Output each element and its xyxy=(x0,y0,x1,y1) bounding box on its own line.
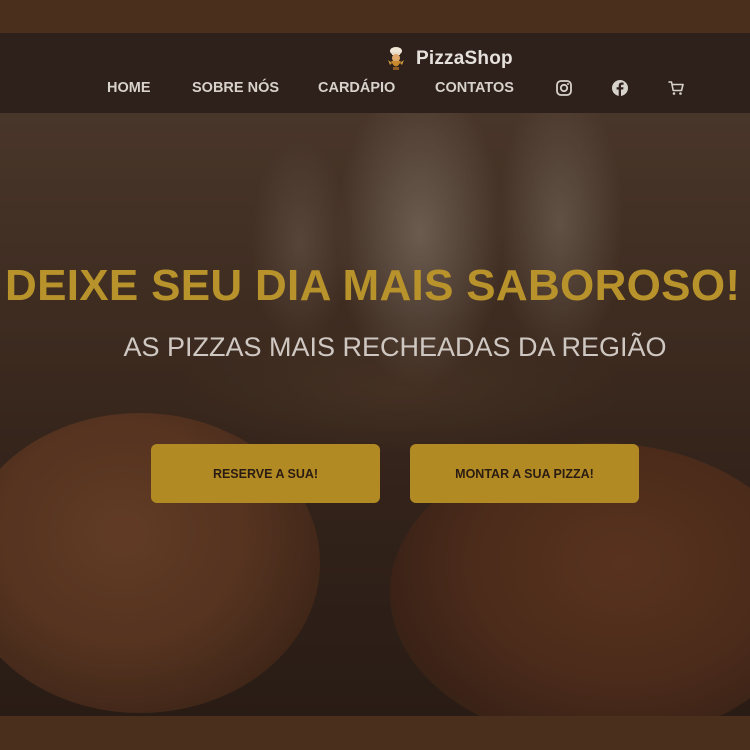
top-strip xyxy=(0,0,750,33)
chef-logo-icon xyxy=(388,47,404,70)
build-pizza-button[interactable]: MONTAR A SUA PIZZA! xyxy=(410,444,639,503)
instagram-icon[interactable] xyxy=(555,79,573,97)
hero-overlay xyxy=(0,113,750,716)
bottom-strip xyxy=(0,716,750,750)
nav-contatos[interactable]: CONTATOS xyxy=(435,80,514,96)
nav-cardapio[interactable]: CARDÁPIO xyxy=(318,80,395,96)
brand[interactable]: PizzaShop xyxy=(384,45,513,73)
hero-title: DEIXE SEU DIA MAIS SABOROSO! xyxy=(5,261,741,310)
facebook-icon[interactable] xyxy=(611,79,629,97)
cart-icon[interactable] xyxy=(667,79,685,97)
nav-sobre-nos[interactable]: SOBRE NÓS xyxy=(192,80,279,96)
page: PizzaShop HOME SOBRE NÓS CARDÁPIO CONTAT… xyxy=(0,0,750,750)
nav-home[interactable]: HOME xyxy=(107,80,151,96)
hero-subtitle: AS PIZZAS MAIS RECHEADAS DA REGIÃO xyxy=(123,332,667,362)
navbar: PizzaShop HOME SOBRE NÓS CARDÁPIO CONTAT… xyxy=(0,33,750,113)
hero-section: DEIXE SEU DIA MAIS SABOROSO! AS PIZZAS M… xyxy=(0,113,750,716)
brand-name: PizzaShop xyxy=(416,48,513,69)
reserve-button[interactable]: RESERVE A SUA! xyxy=(151,444,380,503)
